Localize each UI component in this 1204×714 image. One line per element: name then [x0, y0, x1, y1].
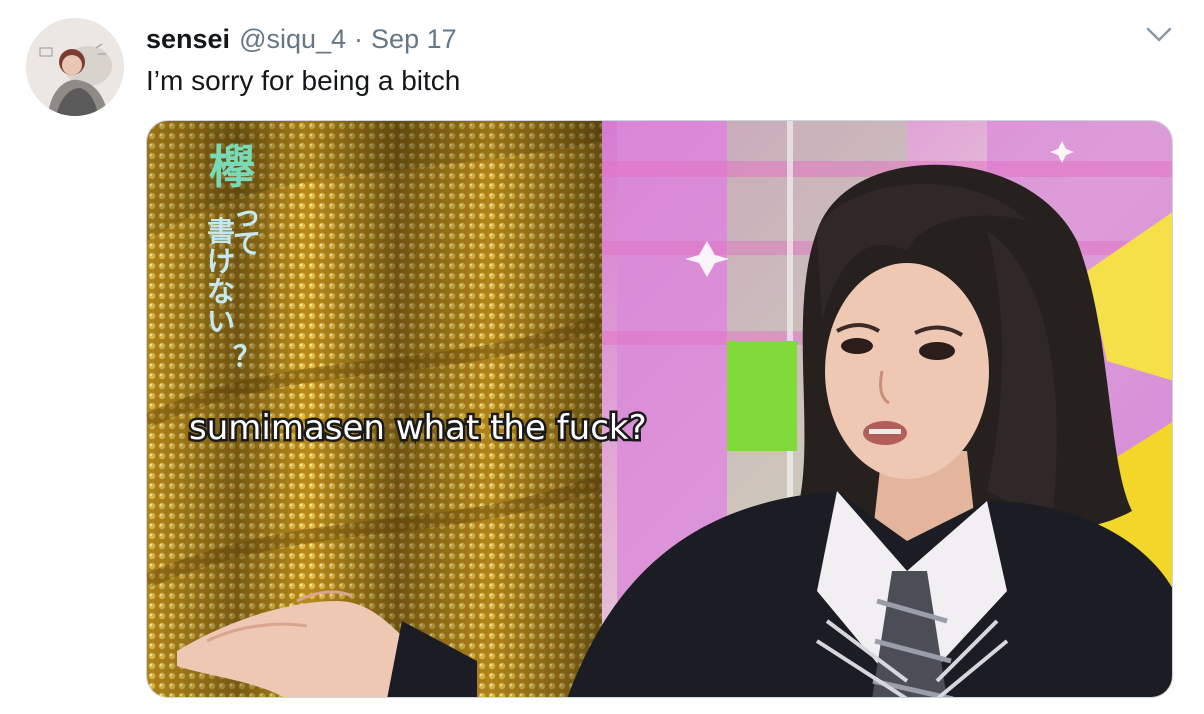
avatar[interactable]	[26, 18, 124, 116]
media-caption: sumimasen what the fuck?	[189, 408, 647, 448]
avatar-image	[26, 18, 124, 116]
header-separator: ·	[354, 24, 364, 54]
overlay-char-5: け	[207, 245, 235, 278]
overlay-char-4: 書	[207, 215, 235, 248]
overlay-char-8: ？	[233, 340, 261, 373]
tweet-media[interactable]: 欅 っ て 書 け な い ？ sumimasen what the fuck?	[146, 120, 1173, 698]
chevron-down-icon[interactable]	[1144, 22, 1174, 48]
overlay-char-6: な	[207, 275, 235, 308]
tweet-date[interactable]: Sep 17	[371, 22, 457, 56]
tweet[interactable]: sensei @siqu_4 · Sep 17 I’m sorry for be…	[0, 0, 1204, 714]
overlay-vertical-text: 欅 っ て 書 け な い ？	[205, 133, 267, 393]
tweet-header: sensei @siqu_4 · Sep 17	[146, 22, 457, 56]
display-name[interactable]: sensei	[146, 22, 230, 56]
media-image: 欅 っ て 書 け な い ？ sumimasen what the fuck?	[147, 121, 1172, 697]
overlay-char-1: 欅	[209, 140, 255, 194]
user-handle[interactable]: @siqu_4	[239, 22, 346, 56]
overlay-char-7: い	[207, 305, 235, 338]
tweet-text: I’m sorry for being a bitch	[146, 65, 461, 96]
overlay-char-3: て	[233, 227, 261, 260]
